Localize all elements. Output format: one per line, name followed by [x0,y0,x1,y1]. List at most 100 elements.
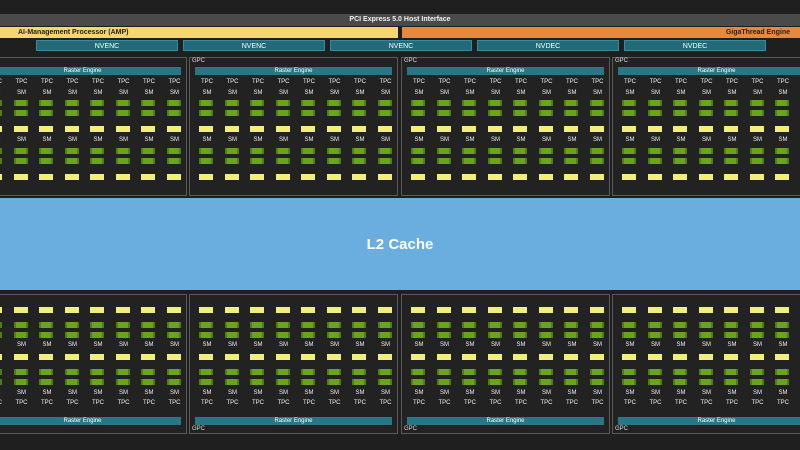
sm-core-block [538,148,553,154]
l1-cache-block [564,174,578,180]
l1-cache-block [275,126,290,132]
sm-core-block [90,110,104,116]
sm-core-block [377,100,392,106]
sm-label: SM [202,342,212,348]
sm-core-block [749,369,764,375]
sm-core-block [326,332,341,338]
sm-label: SM [330,90,339,96]
sm-core-block [622,100,636,106]
sm-label: SM [593,390,602,396]
sm-label: SM [727,90,737,96]
sm-label: SM [304,90,314,96]
sm-core-block [352,100,366,106]
sm-label: SM [330,137,339,143]
sm-core-block [487,110,502,116]
l1-cache-block [199,126,213,132]
l1-cache-block [301,307,315,313]
sm-core-block [724,148,738,154]
gpc-block [189,57,398,196]
l1-cache-block [538,126,553,132]
tpc-label: TPC [413,79,425,85]
l1-cache-block [352,126,366,132]
sm-core-block [377,148,392,154]
sm-core-block [411,332,425,338]
sm-core-block [39,332,53,338]
sm-core-block [538,379,553,385]
sm-core-block [724,379,738,385]
tpc-label: TPC [328,400,341,406]
sm-core-block [622,332,636,338]
sm-core-block [462,369,476,375]
sm-core-block [115,332,130,338]
l1-cache-block [90,307,104,313]
l1-cache-block [301,174,315,180]
sm-core-block [487,148,502,154]
gpc-label: GPC [192,426,206,432]
l1-cache-block [724,126,738,132]
raster-engine: Raster Engine [195,67,392,75]
l1-cache-block [141,354,155,360]
sm-label: SM [753,137,762,143]
tpc-label: TPC [226,400,239,406]
l1-cache-block [749,174,764,180]
sm-core-block [115,369,130,375]
l1-cache-block [622,126,636,132]
l1-cache-block [487,174,502,180]
sm-core-block [436,148,451,154]
l1-cache-block [647,174,662,180]
l1-cache-block [673,126,687,132]
sm-core-block [513,322,527,328]
sm-core-block [487,379,502,385]
raster-engine: Raster Engine [618,417,800,425]
l1-cache-block [673,307,687,313]
sm-label: SM [651,137,660,143]
sm-label: SM [228,90,237,96]
l1-cache-block [13,174,28,180]
sm-core-block [166,158,181,164]
sm-label: SM [93,90,103,96]
sm-label: SM [144,390,154,396]
sm-label: SM [228,342,237,348]
sm-core-block [436,158,451,164]
sm-core-block [724,332,738,338]
sm-core-block [326,110,341,116]
l1-cache-block [115,126,130,132]
l1-cache-block [513,307,527,313]
sm-core-block [411,148,425,154]
sm-core-block [352,369,366,375]
sm-core-block [377,369,392,375]
l1-cache-block [589,354,604,360]
sm-label: SM [516,342,526,348]
l1-cache-block [166,307,181,313]
sm-label: SM [170,342,179,348]
l1-cache-block [698,126,713,132]
sm-label: SM [567,342,577,348]
l1-cache-block [462,174,476,180]
l1-cache-block [749,354,764,360]
sm-core-block [673,369,687,375]
sm-core-block [538,332,553,338]
sm-core-block [39,379,53,385]
sm-label: SM [414,390,424,396]
sm-core-block [724,369,738,375]
sm-label: SM [702,390,711,396]
sm-core-block [13,110,28,116]
l1-cache-block [326,307,341,313]
sm-core-block [622,110,636,116]
tpc-label: TPC [354,400,366,406]
tpc-label: TPC [675,79,687,85]
l1-cache-block [13,354,28,360]
tpc-label: TPC [591,79,604,85]
sm-label: SM [465,137,475,143]
l1-cache-block [647,307,662,313]
l1-cache-block [115,354,130,360]
sm-core-block [301,158,315,164]
sm-core-block [352,322,366,328]
sm-core-block [436,369,451,375]
sm-core-block [275,110,290,116]
sm-label: SM [93,390,103,396]
sm-core-block [13,369,28,375]
l1-cache-block [724,307,738,313]
tpc-label: TPC [624,400,636,406]
sm-core-block [141,332,155,338]
